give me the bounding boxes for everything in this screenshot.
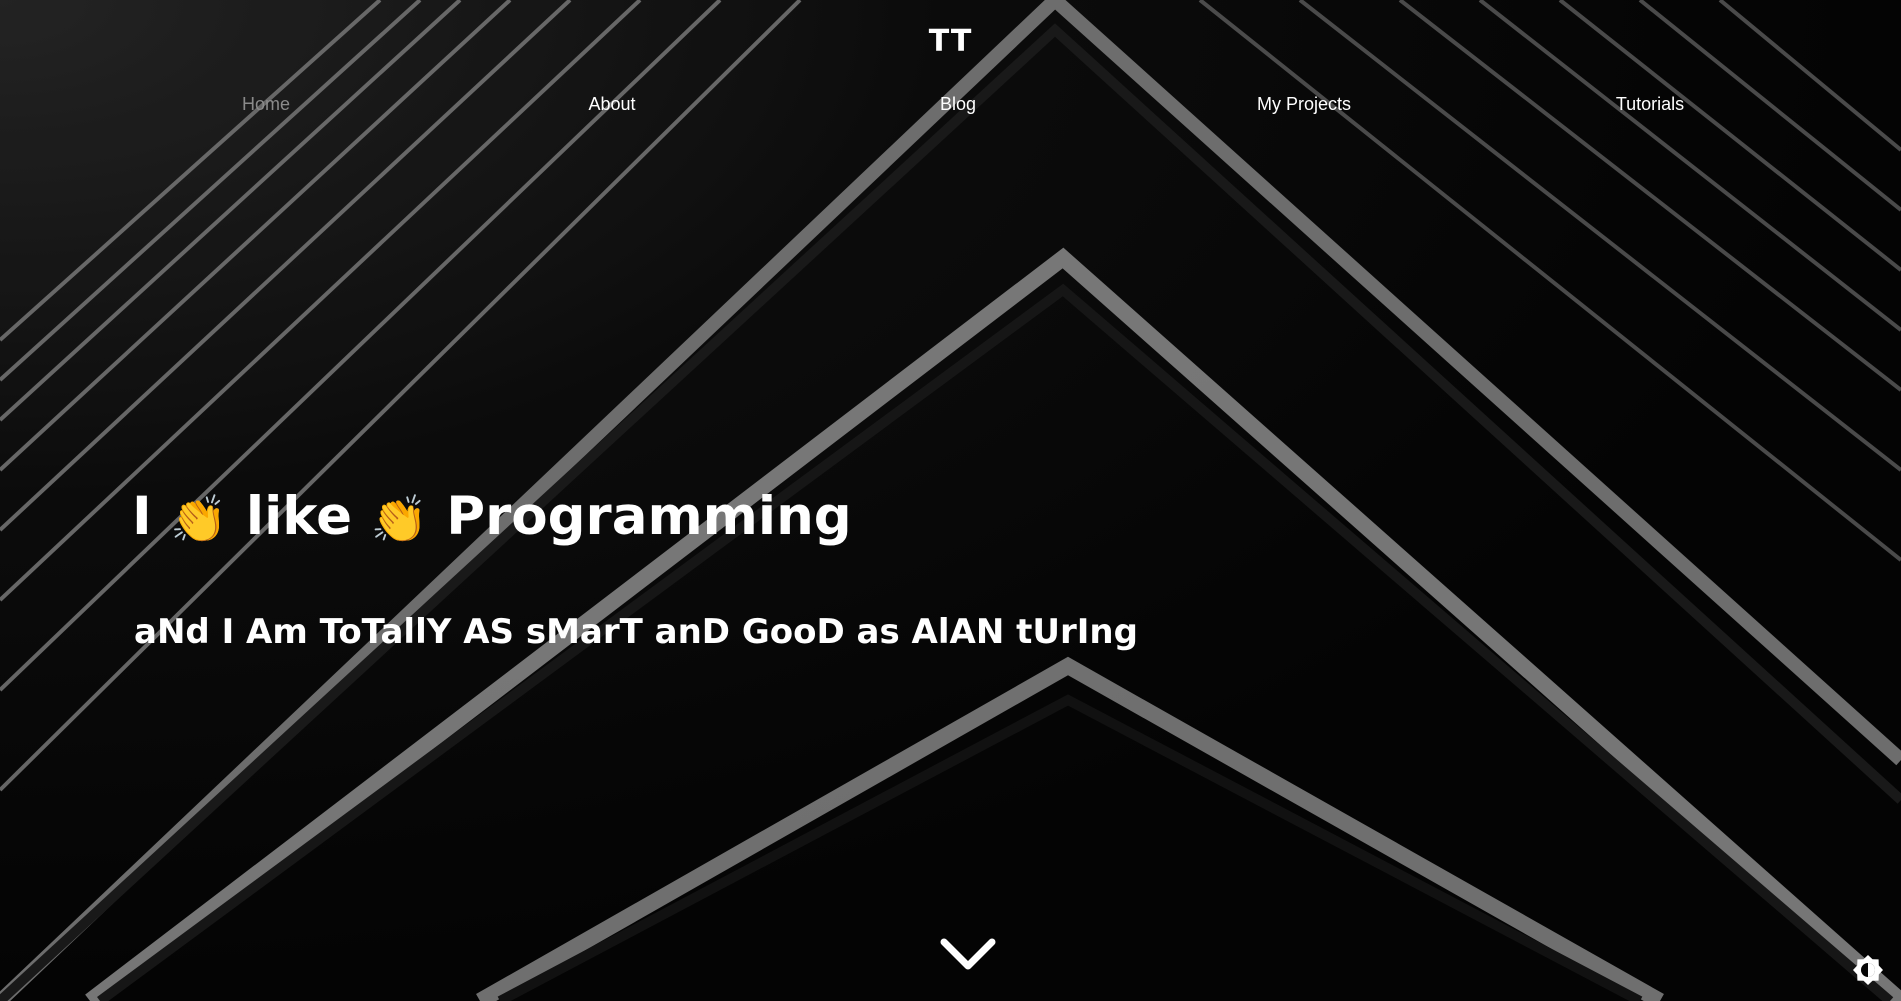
theme-toggle-button[interactable] bbox=[1852, 954, 1884, 986]
site-logo[interactable]: TT bbox=[0, 24, 1901, 59]
nav-item-about[interactable]: About bbox=[512, 94, 712, 115]
main-nav: Home About Blog My Projects Tutorials bbox=[0, 94, 1901, 118]
clapping-hands-icon: 👏 bbox=[370, 492, 428, 547]
brightness-icon bbox=[1853, 955, 1883, 985]
scroll-down-button[interactable] bbox=[940, 936, 996, 972]
chevron-down-icon bbox=[940, 938, 996, 970]
hero-subtitle: aNd I Am ToTallY AS sMarT anD GooD as Al… bbox=[134, 612, 1138, 652]
hero-page: TT Home About Blog My Projects Tutorials… bbox=[0, 0, 1901, 1001]
nav-item-home[interactable]: Home bbox=[166, 94, 366, 115]
hero-title-word-i: I bbox=[132, 486, 152, 547]
nav-item-my-projects[interactable]: My Projects bbox=[1204, 94, 1404, 115]
clapping-hands-icon: 👏 bbox=[170, 492, 228, 547]
nav-item-tutorials[interactable]: Tutorials bbox=[1550, 94, 1750, 115]
hero-title: I 👏 like 👏 Programming bbox=[132, 480, 852, 556]
nav-item-blog[interactable]: Blog bbox=[858, 94, 1058, 115]
hero-title-word-like: like bbox=[245, 486, 353, 547]
hero-title-word-programming: Programming bbox=[446, 486, 852, 547]
